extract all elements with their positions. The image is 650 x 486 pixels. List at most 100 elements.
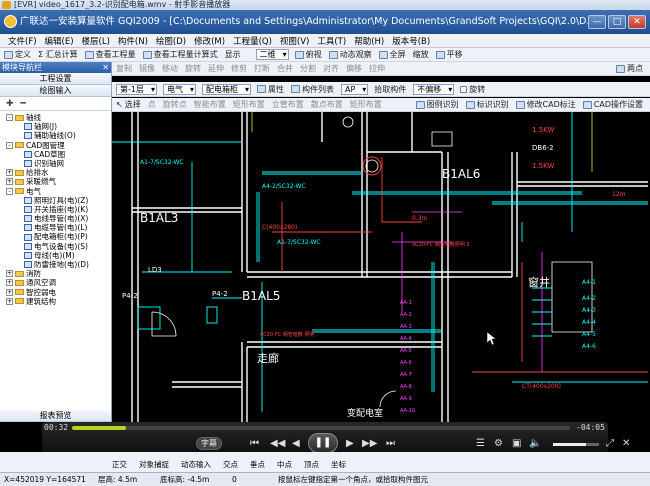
menu-modify[interactable]: 修改(M) [194,35,225,47]
menu-component[interactable]: 构件(N) [118,35,148,47]
rewind-icon[interactable]: ◀◀ [270,437,285,451]
rotate-point-tool[interactable]: 旋转点 [163,99,187,110]
snap-option[interactable]: 交点 [223,459,238,470]
seek-bar[interactable] [72,426,570,430]
tree-item[interactable]: 开关插座(电)(K) [0,205,111,214]
rotate-toggle[interactable]: 旋转 [460,84,485,95]
toolbar-trim[interactable]: 修剪 [231,63,247,74]
toolbar-zoom[interactable]: 缩放 [413,49,429,60]
tree-expand-icon[interactable]: + [6,297,13,305]
settings-icon[interactable]: ⚙ [494,437,503,451]
minimize-button[interactable]: — [588,15,606,29]
tree-item[interactable]: 电气设备(电)(S) [0,242,111,251]
floor-select[interactable]: 第-1层 [116,83,157,95]
tree-item[interactable]: 轴网(J) [0,122,111,131]
draw-input-button[interactable]: 绘图输入 [0,85,111,97]
snap-option[interactable]: 正交 [112,459,127,470]
mark-recognize-button[interactable]: 标识识别 [465,99,509,110]
toolbar-define[interactable]: 定义 [4,49,31,60]
close-player-icon[interactable]: ✕ [622,437,630,451]
toolbar-mirror[interactable]: 镜像 [139,63,155,74]
rotate-checkbox[interactable] [460,85,468,93]
tree-item[interactable]: + 给排水 [0,168,111,177]
subtitle-button[interactable]: 字幕 [196,437,222,450]
attribute-button[interactable]: 属性 [256,84,284,95]
tree-expand-icon[interactable]: + [6,178,13,186]
tree-item[interactable]: 防雷接地(电)(D) [0,260,111,269]
menu-help[interactable]: 帮助(H) [354,35,384,47]
project-settings-button[interactable]: 工程设置 [0,73,111,85]
skip-forward-icon[interactable]: ⏭ [386,437,395,451]
tree-item[interactable]: - 轴线 [0,113,111,122]
scatter-layout-tool[interactable]: 散点布置 [311,99,343,110]
menu-floor[interactable]: 楼层(L) [82,35,110,47]
screenshot-icon[interactable]: ▣ [512,437,521,451]
snap-option[interactable]: 顶点 [304,459,319,470]
nav-panel-close-icon[interactable]: ✕ [102,62,109,73]
prev-frame-icon[interactable]: ◀ [292,437,300,451]
point-tool[interactable]: 点 [148,99,156,110]
tree-item[interactable]: CAD草图 [0,150,111,159]
tree-item[interactable]: - CAD图管理 [0,141,111,150]
fast-forward-icon[interactable]: ▶▶ [362,437,377,451]
toolbar-fullscreen[interactable]: 全屏 [378,49,406,60]
tree-item[interactable]: 辅助轴线(O) [0,131,111,140]
snap-option[interactable]: 坐标 [331,459,346,470]
smart-layout-tool[interactable]: 智能布置 [194,99,226,110]
snap-option[interactable]: 对象捕捉 [139,459,169,470]
menu-quantity[interactable]: 工程量(Q) [233,35,272,47]
toolbar-top-view[interactable]: 俯视 [294,49,322,60]
tree-item[interactable]: 电线导管(电)(X) [0,214,111,223]
pause-button[interactable]: ❚❚ [308,433,338,453]
tree-item[interactable]: 配电箱柜(电)(P) [0,232,111,241]
menu-draw[interactable]: 绘图(D) [156,35,186,47]
menu-tools[interactable]: 工具(T) [317,35,346,47]
tree-item[interactable]: + 消防 [0,269,111,278]
rect-layout-tool[interactable]: 矩形布置 [233,99,265,110]
cad-drawing-canvas[interactable]: B1AL3 B1AL5 B1AL6 走廊 窗井 LD3 P4-2 P4-2 A1-7/SC32-… [112,112,648,422]
toolbar-display[interactable]: 显示 [225,49,241,60]
tree-item[interactable]: + 采暖燃气 [0,177,111,186]
toolbar-summary-calc[interactable]: Σ 汇总计算 [38,49,78,60]
add-icon[interactable]: ✚ [6,99,14,109]
toolbar-copy[interactable]: 复制 [116,63,132,74]
component-list-button[interactable]: 构件列表 [290,84,334,95]
fullscreen-toggle-icon[interactable]: ⤢ [606,437,614,451]
tree-expand-icon[interactable]: - [6,187,13,195]
tree-expand-icon[interactable]: - [6,141,13,149]
menu-view[interactable]: 视图(V) [280,35,309,47]
rect-layout-tool-2[interactable]: 矩形布置 [350,99,382,110]
tree-item[interactable]: 照明灯具(电)(Z) [0,196,111,205]
playlist-icon[interactable]: ☰ [476,437,485,451]
discipline-select[interactable]: 电气 [162,83,196,95]
skip-back-icon[interactable]: ⏮ [250,437,259,451]
modify-cad-mark-button[interactable]: 修改CAD标注 [515,99,576,110]
toolbar-orbit[interactable]: 动态观察 [328,49,372,60]
tree-item[interactable]: 识别轴网 [0,159,111,168]
pick-component-button[interactable]: 拾取构件 [374,84,406,95]
next-frame-icon[interactable]: ▶ [346,437,354,451]
offset-select[interactable]: 不偏移 [413,83,455,95]
toolbar-extend[interactable]: 延伸 [208,63,224,74]
remove-icon[interactable]: ━ [20,99,25,109]
riser-layout-tool[interactable]: 立管布置 [272,99,304,110]
tree-item[interactable]: + 通风空调 [0,278,111,287]
toolbar-split[interactable]: 分割 [300,63,316,74]
toolbar-break[interactable]: 打断 [254,63,270,74]
tree-expand-icon[interactable]: + [6,270,13,278]
toolbar-merge[interactable]: 合并 [277,63,293,74]
toolbar-stretch[interactable]: 拉伸 [369,63,385,74]
toolbar-view-quantity[interactable]: 查看工程量 [84,49,136,60]
toolbar-two-points[interactable]: 两点 [616,63,643,74]
component-name-select[interactable]: AP [340,83,369,95]
legend-recognize-button[interactable]: 图例识别 [415,99,459,110]
snap-option[interactable]: 动态输入 [181,459,211,470]
toolbar-align[interactable]: 对齐 [323,63,339,74]
select-tool[interactable]: ↖ 选择 [116,99,141,110]
tree-item[interactable]: - 电气 [0,187,111,196]
toolbar-pan[interactable]: 平移 [435,49,463,60]
toolbar-rotate[interactable]: 旋转 [185,63,201,74]
tree-expand-icon[interactable]: + [6,169,13,177]
tree-expand-icon[interactable]: + [6,279,13,287]
menu-edit[interactable]: 编辑(E) [45,35,74,47]
